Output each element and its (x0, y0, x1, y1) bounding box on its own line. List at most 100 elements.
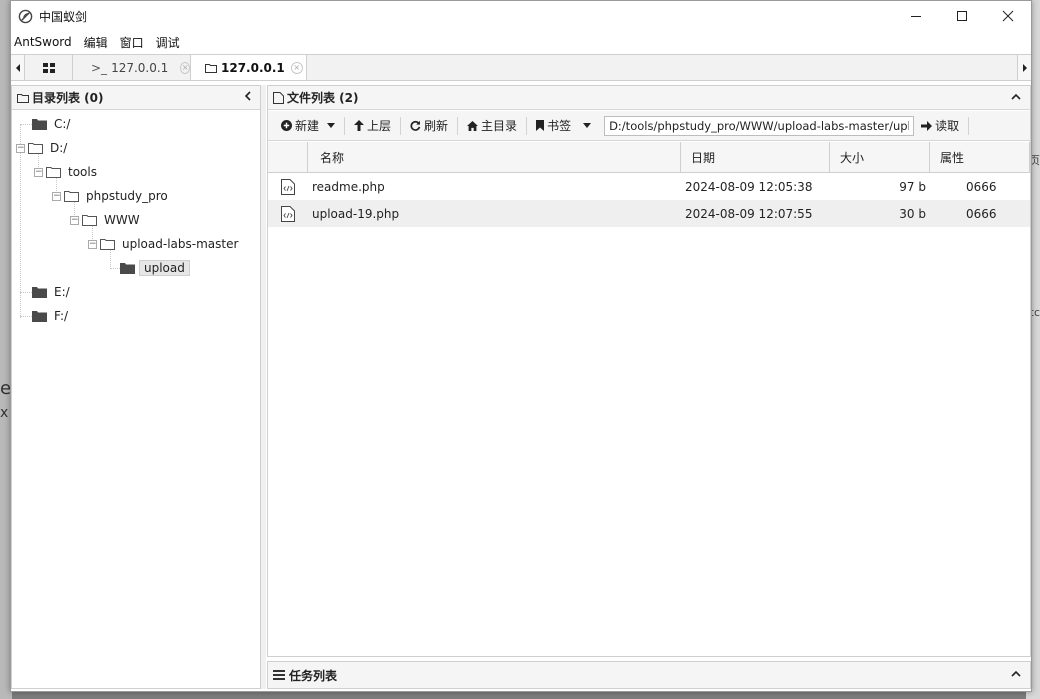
menu-bar: AntSword 编辑 窗口 调试 (11, 31, 1031, 53)
chevron-left-icon (244, 91, 251, 101)
menu-window[interactable]: 窗口 (120, 34, 144, 51)
plus-circle-icon (281, 120, 292, 131)
file-outline-icon (273, 91, 284, 104)
bookmark-label: 书签 (547, 119, 572, 133)
caret-down-icon (327, 123, 336, 128)
file-name: readme.php (312, 179, 385, 194)
tree-node-tools[interactable]: − tools (34, 163, 97, 181)
column-header-size[interactable]: 大小 (830, 142, 930, 172)
tab-bar: >_ 127.0.0.1 × 127.0.0.1 × (11, 54, 1031, 81)
window-title: 中国蚁剑 (39, 9, 88, 24)
file-size: 30 b (899, 206, 926, 221)
tab-terminal-label: 127.0.0.1 (111, 60, 169, 75)
file-date: 2024-08-09 12:07:55 (685, 206, 813, 221)
collapse-icon[interactable]: − (70, 215, 79, 225)
task-list-panel[interactable]: 任务列表 (267, 661, 1031, 689)
folder-filled-icon (32, 310, 47, 322)
arrow-right-icon (921, 120, 933, 131)
tab-file-manager[interactable]: 127.0.0.1 × (191, 55, 307, 80)
toolbar-separator (400, 116, 402, 135)
tree-node-label: E:/ (54, 285, 70, 299)
tab-scroll-left-button[interactable] (11, 55, 25, 80)
menu-antsword[interactable]: AntSword (14, 35, 72, 49)
grid-icon (43, 62, 55, 73)
refresh-label: 刷新 (424, 119, 449, 133)
column-header-attr[interactable]: 属性 (930, 142, 1030, 172)
php-file-icon (268, 173, 308, 200)
file-grid: 名称 日期 大小 属性 readme.php 2024-08-09 12:05:… (268, 142, 1030, 227)
folder-filled-icon (32, 118, 47, 130)
tab-home-grid[interactable] (26, 55, 73, 80)
file-list-panel-title: 文件列表 (2) (287, 91, 359, 105)
panel-splitter[interactable] (261, 85, 266, 689)
toolbar-separator (457, 116, 459, 135)
tree-node-f-drive[interactable]: F:/ (32, 307, 68, 325)
expand-panel-button[interactable] (1010, 667, 1022, 681)
maximize-button[interactable] (939, 1, 985, 31)
tree-node-phpstudy-pro[interactable]: − phpstudy_pro (52, 187, 168, 205)
caret-left-icon (15, 63, 20, 72)
home-directory-button[interactable]: 主目录 (460, 115, 524, 137)
antsword-logo-icon (17, 8, 33, 24)
folder-outline-icon (17, 93, 29, 103)
column-header-name[interactable]: 名称 (308, 142, 681, 172)
folder-filled-icon (32, 286, 47, 298)
bookmark-icon (536, 120, 545, 131)
php-file-icon (268, 200, 308, 227)
read-path-button[interactable]: 读取 (914, 115, 966, 137)
folder-open-icon (100, 238, 115, 250)
tab-close-icon[interactable]: × (180, 61, 190, 74)
tab-scroll-right-button[interactable] (1017, 55, 1031, 80)
tree-node-c-drive[interactable]: C:/ (32, 115, 70, 133)
new-button-label: 新建 (295, 119, 320, 133)
file-attr: 0666 (966, 206, 997, 221)
menu-edit[interactable]: 编辑 (84, 34, 108, 51)
tree-node-www[interactable]: − WWW (70, 211, 140, 229)
tab-file-manager-label: 127.0.0.1 (221, 60, 285, 75)
file-date: 2024-08-09 12:05:38 (685, 179, 813, 194)
folder-outline-icon (205, 63, 217, 73)
tree-node-label: C:/ (54, 117, 71, 131)
directory-panel-header: 目录列表 (0) (12, 86, 260, 110)
title-bar[interactable]: 中国蚁剑 (11, 1, 1031, 31)
file-list-panel-header: 文件列表 (2) (268, 86, 1030, 110)
collapse-icon[interactable]: − (88, 239, 97, 249)
parent-directory-label: 上层 (367, 119, 392, 133)
chevron-up-icon (1011, 670, 1021, 677)
collapse-icon[interactable]: − (34, 167, 43, 177)
new-button[interactable]: 新建 (274, 115, 342, 137)
tree-node-e-drive[interactable]: E:/ (32, 283, 70, 301)
tree-node-upload-labs-master[interactable]: − upload-labs-master (88, 235, 238, 253)
toolbar-separator (968, 116, 970, 135)
tree-node-d-drive[interactable]: − D:/ (16, 139, 67, 157)
collapse-icon[interactable]: − (52, 191, 61, 201)
menu-debug[interactable]: 调试 (156, 34, 180, 51)
file-list-panel: 文件列表 (2) 新建 上层 刷新 主目录 书签 D:/tools/phpstu… (267, 85, 1031, 657)
close-button[interactable] (985, 1, 1031, 31)
window-controls (893, 1, 1031, 31)
collapse-panel-button[interactable] (244, 90, 252, 105)
folder-open-icon (46, 166, 61, 178)
tree-node-label: upload (139, 260, 190, 276)
directory-panel: 目录列表 (0) C:/ − D:/ − tools − phpstudy_pr… (11, 85, 261, 689)
table-row[interactable]: readme.php 2024-08-09 12:05:38 97 b 0666 (268, 173, 1030, 200)
collapse-icon[interactable]: − (16, 143, 25, 153)
parent-directory-button[interactable]: 上层 (347, 115, 398, 137)
column-header-date[interactable]: 日期 (681, 142, 830, 172)
tree-node-label: upload-labs-master (122, 237, 239, 251)
path-input[interactable] (604, 115, 915, 136)
tree-node-label: D:/ (50, 141, 68, 155)
tree-node-upload[interactable]: upload (120, 259, 190, 277)
maximize-icon (957, 11, 967, 21)
tab-terminal[interactable]: >_ 127.0.0.1 × (73, 55, 191, 80)
collapse-panel-button[interactable] (1010, 90, 1022, 104)
column-icon-header (268, 142, 308, 172)
minimize-button[interactable] (893, 1, 939, 31)
tab-close-icon[interactable]: × (290, 61, 303, 74)
list-icon (273, 670, 285, 680)
file-toolbar: 新建 上层 刷新 主目录 书签 D:/tools/phpstudy_pro/WW… (268, 111, 1030, 141)
table-row[interactable]: upload-19.php 2024-08-09 12:07:55 30 b 0… (268, 200, 1030, 227)
refresh-button[interactable]: 刷新 (403, 115, 455, 137)
bookmark-button[interactable]: 书签 (529, 115, 598, 137)
directory-panel-title: 目录列表 (0) (32, 91, 104, 105)
